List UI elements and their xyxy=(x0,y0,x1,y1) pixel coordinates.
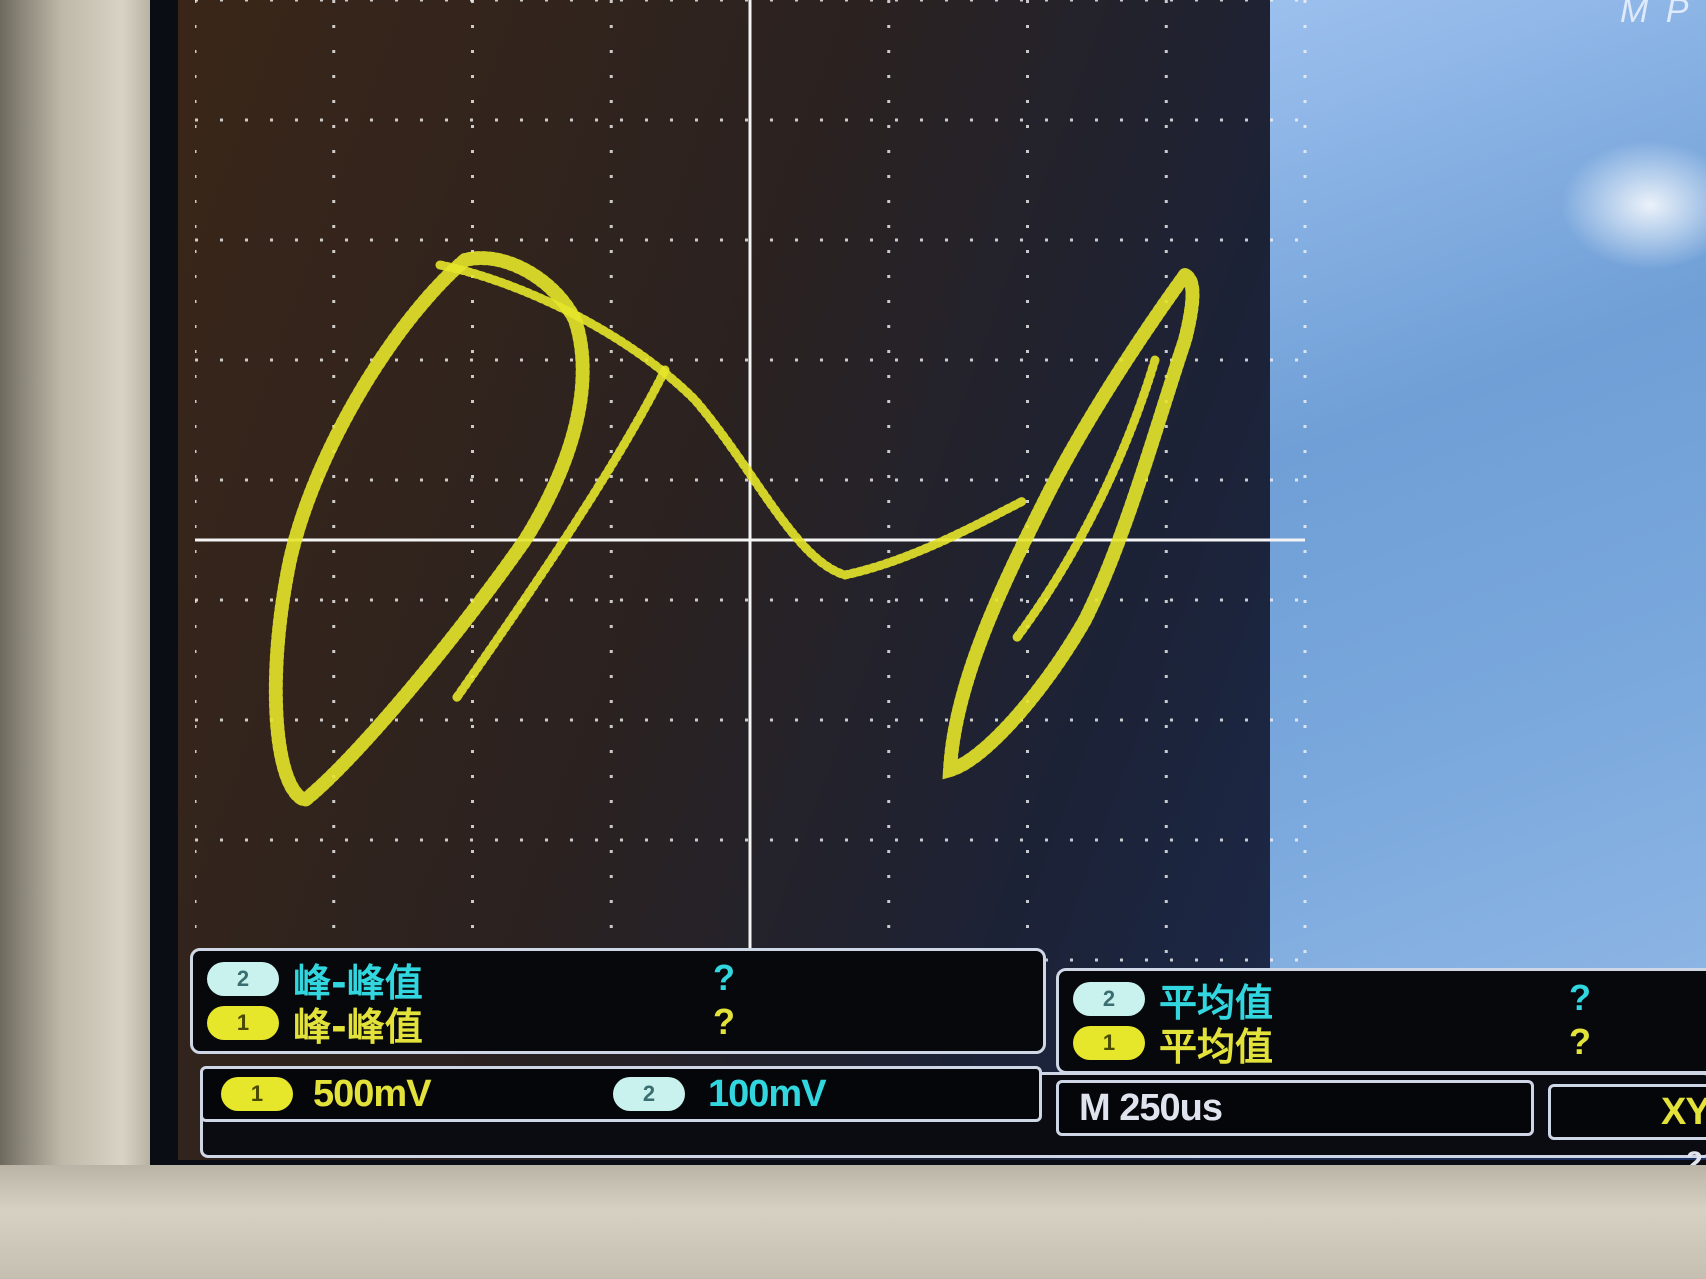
channel-1-badge[interactable]: 1 xyxy=(1073,1026,1145,1060)
measurement-value: ? xyxy=(713,957,735,998)
measurement-row: 2 峰-峰值 xyxy=(207,957,423,1005)
screen-glare xyxy=(1560,140,1706,270)
timebase-readout[interactable]: M 250us xyxy=(1079,1087,1223,1130)
channel-1-badge[interactable]: 1 xyxy=(207,1006,279,1040)
measurement-row: 1 平均值 xyxy=(1073,1021,1273,1069)
timebase-segment: M 250us xyxy=(1056,1080,1534,1136)
measurement-label: 平均值 xyxy=(1159,1024,1274,1069)
monitor-bezel-bottom xyxy=(0,1165,1706,1279)
display-mode-readout[interactable]: XY xyxy=(1661,1091,1706,1134)
channel-scale-segment: 1 500mV 2 100mV xyxy=(200,1066,1042,1122)
channel-2-badge[interactable]: 2 xyxy=(613,1077,685,1111)
xy-trace-segment xyxy=(450,365,670,705)
waveform-display xyxy=(195,0,1325,970)
mode-segment: XY xyxy=(1548,1084,1706,1140)
measurement-value: ? xyxy=(1569,977,1591,1018)
channel-2-badge[interactable]: 2 xyxy=(1073,982,1145,1016)
measurement-panel-left: 2 峰-峰值 ? 1 峰-峰值 ? xyxy=(190,948,1046,1054)
measurement-row: 2 平均值 xyxy=(1073,977,1273,1025)
monitor-bezel-left xyxy=(0,0,175,1279)
measurement-value: ? xyxy=(1569,1021,1591,1062)
measurement-panel-right: 2 平均值 ? 1 平均值 ? xyxy=(1056,968,1706,1074)
xy-plot-svg xyxy=(195,0,1307,962)
measurement-value: ? xyxy=(713,1001,735,1042)
channel-1-badge[interactable]: 1 xyxy=(221,1077,293,1111)
ch1-volts-per-div[interactable]: 500mV xyxy=(313,1073,432,1116)
measurement-label: 峰-峰值 xyxy=(293,1004,423,1049)
measurement-row: 1 峰-峰值 xyxy=(207,1001,423,1049)
ch2-volts-per-div[interactable]: 100mV xyxy=(708,1073,827,1116)
channel-2-badge[interactable]: 2 xyxy=(207,962,279,996)
brand-mark: M P xyxy=(1620,0,1693,30)
